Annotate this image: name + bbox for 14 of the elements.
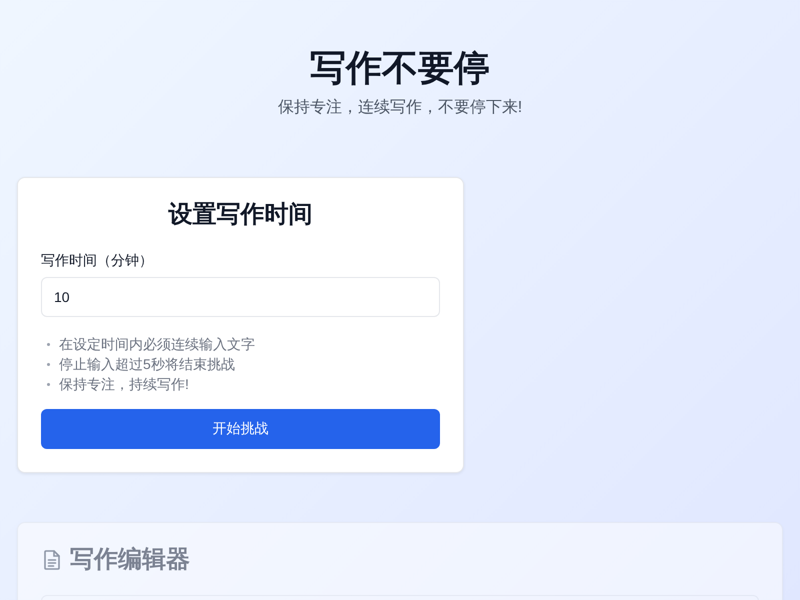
rule-text: 在设定时间内必须连续输入文字 xyxy=(59,335,255,354)
editor-title: 写作编辑器 xyxy=(70,546,190,574)
document-icon xyxy=(44,550,60,570)
rule-text: 保持专注，持续写作! xyxy=(59,375,189,394)
duration-input[interactable]: 10 xyxy=(41,277,440,317)
rule-text: 停止输入超过5秒将结束挑战 xyxy=(59,355,235,374)
page-title: 写作不要停 xyxy=(310,46,490,90)
card-title: 设置写作时间 xyxy=(168,201,312,229)
start-button[interactable]: 开始挑战 xyxy=(41,409,440,449)
page-subtitle: 保持专注，连续写作，不要停下来! xyxy=(278,98,522,118)
bullet-icon xyxy=(47,342,50,346)
bullet-icon xyxy=(47,382,50,386)
field-label: 写作时间（分钟） xyxy=(41,251,153,270)
bullet-icon xyxy=(47,362,50,366)
